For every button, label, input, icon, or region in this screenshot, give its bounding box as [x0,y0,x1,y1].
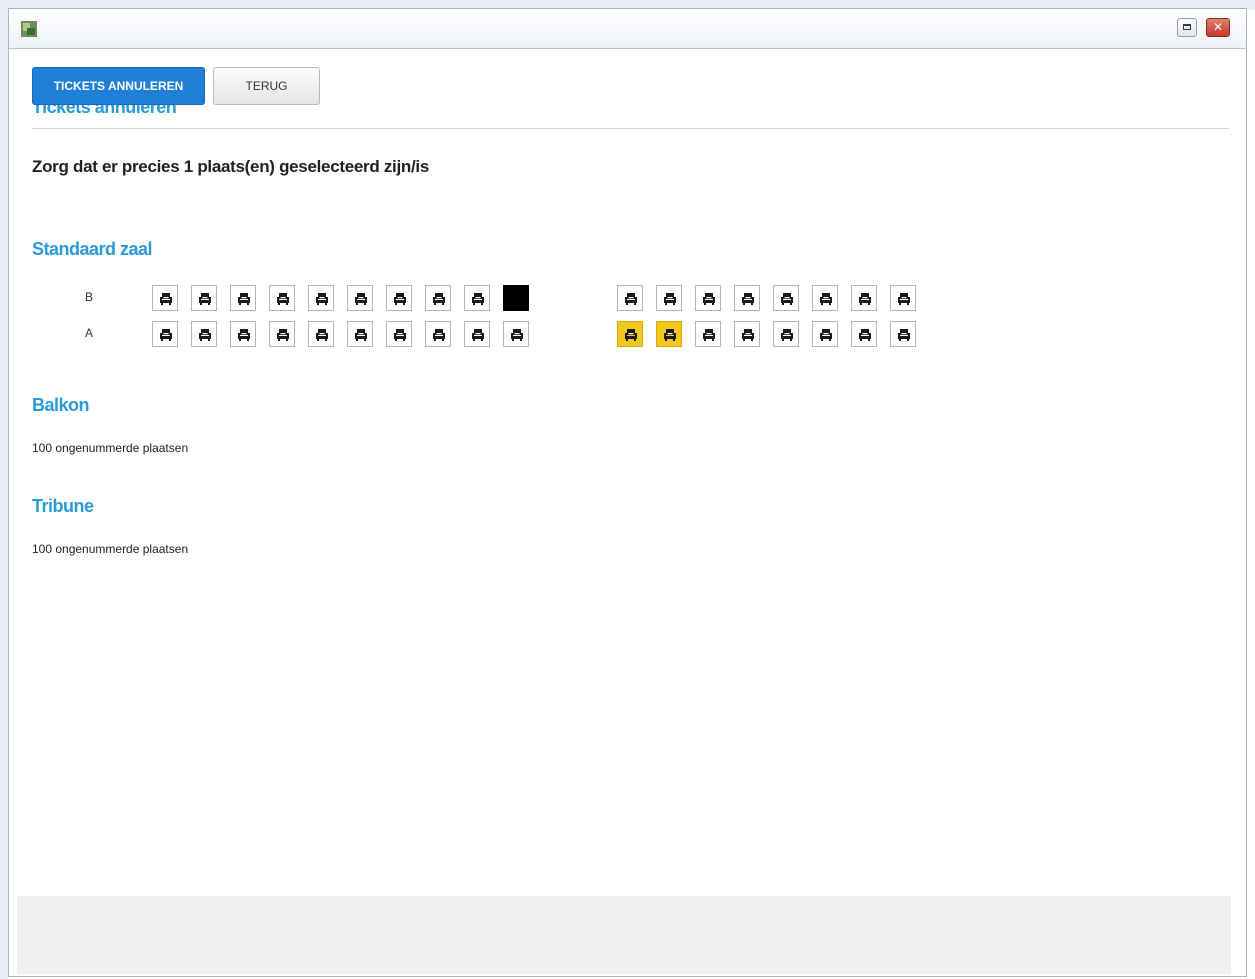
armchair-icon [199,293,211,305]
seat-b-right-4[interactable] [734,285,760,311]
armchair-icon [433,293,445,305]
armchair-icon [820,329,832,341]
armchair-icon [703,329,715,341]
seat-a-left-7[interactable] [386,321,412,347]
close-button[interactable]: ✕ [1206,18,1230,37]
armchair-icon [199,329,211,341]
seat-a-right-7[interactable] [851,321,877,347]
armchair-icon [316,329,328,341]
armchair-icon [898,293,910,305]
armchair-icon [742,329,754,341]
armchair-icon [859,329,871,341]
armchair-icon [742,293,754,305]
seat-a-right-8[interactable] [890,321,916,347]
seat-a-right-5[interactable] [773,321,799,347]
armchair-icon [160,293,172,305]
armchair-icon [238,329,250,341]
armchair-icon [820,293,832,305]
armchair-icon [781,329,793,341]
armchair-icon [664,329,676,341]
back-button[interactable]: TERUG [213,67,320,105]
armchair-icon [898,329,910,341]
seat-b-left-10[interactable] [503,285,529,311]
armchair-icon [394,293,406,305]
seat-a-left-3[interactable] [230,321,256,347]
balkon-capacity: 100 ongenummerde plaatsen [32,441,189,455]
armchair-icon [664,293,676,305]
seat-a-left-1[interactable] [152,321,178,347]
armchair-icon [277,329,289,341]
armchair-icon [160,329,172,341]
seat-a-right-2[interactable] [656,321,682,347]
armchair-icon [277,293,289,305]
armchair-icon [625,293,637,305]
seat-b-left-1[interactable] [152,285,178,311]
tribune-capacity: 100 ongenummerde plaatsen [32,542,189,556]
seat-b-right-2[interactable] [656,285,682,311]
armchair-icon [625,329,637,341]
hall-title-balkon: Balkon [32,395,90,415]
seat-a-right-3[interactable] [695,321,721,347]
cancel-tickets-button[interactable]: TICKETS ANNULEREN [32,67,205,105]
armchair-icon [472,293,484,305]
seat-b-right-5[interactable] [773,285,799,311]
app-icon [21,21,37,37]
maximize-button[interactable] [1177,18,1197,37]
dialog-window: ✕ Tickets annuleren Zorg dat er precies … [8,8,1247,977]
seat-a-right-6[interactable] [812,321,838,347]
seat-a-left-9[interactable] [464,321,490,347]
armchair-icon [859,293,871,305]
instruction-text: Zorg dat er precies 1 plaats(en) geselec… [32,157,429,176]
seat-b-right-7[interactable] [851,285,877,311]
hall-title-standard: Standaard zaal [32,239,153,259]
footer-bar [17,896,1231,974]
seat-b-left-9[interactable] [464,285,490,311]
seat-b-right-3[interactable] [695,285,721,311]
seat-b-left-4[interactable] [269,285,295,311]
seat-a-left-2[interactable] [191,321,217,347]
armchair-icon [703,293,715,305]
armchair-icon [394,329,406,341]
seat-b-left-7[interactable] [386,285,412,311]
armchair-icon [316,293,328,305]
armchair-icon [472,329,484,341]
armchair-icon [781,293,793,305]
seat-a-right-1[interactable] [617,321,643,347]
maximize-icon [1183,24,1191,30]
window-edge [0,0,8,979]
seat-b-left-3[interactable] [230,285,256,311]
seat-a-right-4[interactable] [734,321,760,347]
seat-a-left-4[interactable] [269,321,295,347]
seat-a-left-6[interactable] [347,321,373,347]
armchair-icon [355,329,367,341]
seat-b-left-8[interactable] [425,285,451,311]
armchair-icon [433,329,445,341]
seat-a-left-5[interactable] [308,321,334,347]
row-label-b: B [85,290,94,304]
page-title: Tickets annuleren [32,97,177,117]
seat-b-left-2[interactable] [191,285,217,311]
armchair-icon [355,293,367,305]
armchair-icon [238,293,250,305]
page-heading: Tickets annuleren [32,97,1229,129]
seat-b-right-6[interactable] [812,285,838,311]
hall-title-tribune: Tribune [32,496,94,516]
seat-a-left-8[interactable] [425,321,451,347]
seat-b-left-6[interactable] [347,285,373,311]
titlebar: ✕ [9,9,1246,49]
close-icon: ✕ [1212,20,1224,34]
seat-b-right-1[interactable] [617,285,643,311]
seat-map: B A [32,285,1032,355]
seat-b-right-8[interactable] [890,285,916,311]
row-label-a: A [85,326,94,340]
seat-b-left-5[interactable] [308,285,334,311]
armchair-icon [511,329,523,341]
seat-a-left-10[interactable] [503,321,529,347]
